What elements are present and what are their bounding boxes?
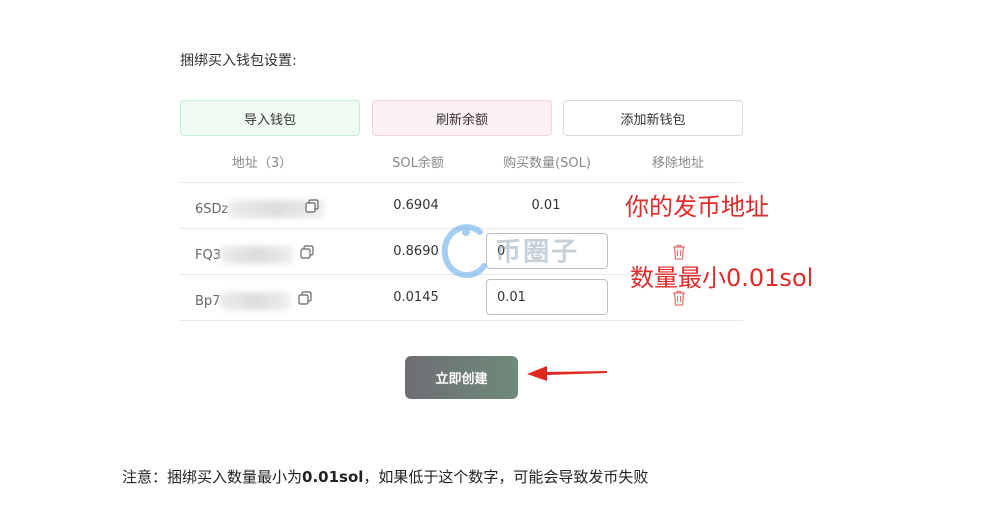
min-amount-highlight: 0.01sol <box>302 468 364 486</box>
wallet-address: Bp7 <box>195 294 221 309</box>
copy-icon[interactable] <box>305 199 319 213</box>
table-divider <box>180 320 743 321</box>
section-title: 捆绑买入钱包设置: <box>180 53 297 69</box>
wallet-balance: 0.6904 <box>393 198 439 213</box>
annotation-min-amount: 数量最小0.01sol <box>630 264 814 292</box>
table-divider <box>180 182 743 183</box>
annotation-issue-address: 你的发币地址 <box>625 193 769 221</box>
copy-icon[interactable] <box>300 245 314 259</box>
buy-amount-input[interactable] <box>486 279 608 315</box>
watermark: 币圈子 <box>440 222 580 279</box>
buy-amount: 0.01 <box>531 198 561 213</box>
wallet-address: FQ3 <box>195 248 221 263</box>
create-now-button[interactable]: 立即创建 <box>405 356 518 399</box>
header-balance: SOL余额 <box>392 156 444 171</box>
table-row: FQ3 <box>195 244 293 264</box>
wallet-balance: 0.0145 <box>393 290 439 305</box>
header-remove: 移除地址 <box>651 156 704 171</box>
red-arrow-icon <box>527 366 607 381</box>
copy-icon[interactable] <box>298 291 312 305</box>
refresh-balance-button[interactable]: 刷新余额 <box>372 100 552 136</box>
header-amount: 购买数量(SOL) <box>503 156 591 171</box>
address-redaction <box>220 291 291 310</box>
address-redaction <box>220 245 293 264</box>
watermark-logo-icon <box>441 224 487 279</box>
header-address: 地址（3） <box>231 156 293 171</box>
watermark-text: 币圈子 <box>495 237 580 268</box>
add-wallet-button[interactable]: 添加新钱包 <box>563 100 743 136</box>
notice-text: 注意：捆绑买入数量最小为0.01sol，如果低于这个数字，可能会导致发币失败 <box>122 468 649 486</box>
table-row: Bp7 <box>195 290 291 310</box>
import-wallet-button[interactable]: 导入钱包 <box>180 100 360 136</box>
wallet-address: 6SDz <box>195 202 229 217</box>
